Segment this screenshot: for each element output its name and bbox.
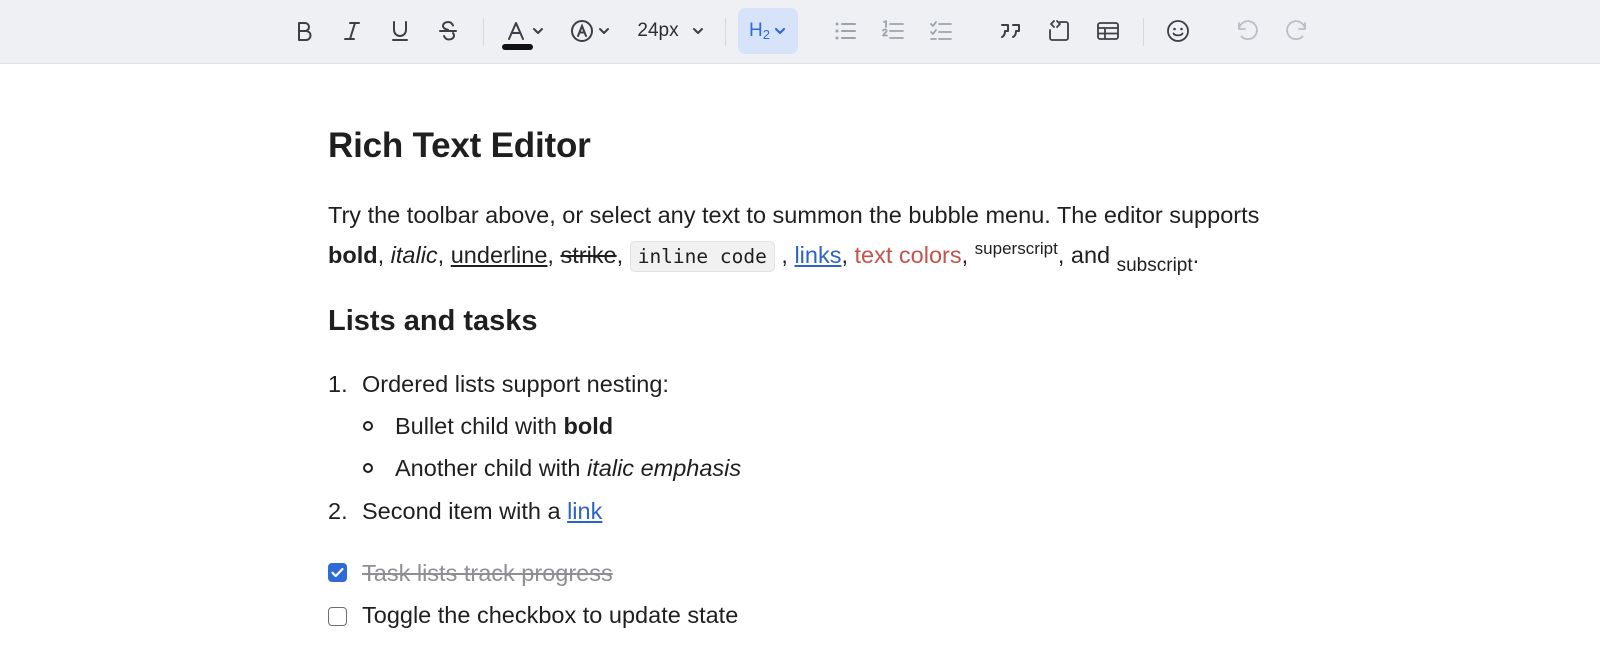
colored-text: text colors — [854, 242, 962, 268]
ordered-list-icon — [882, 20, 904, 39]
font-size-select[interactable]: 24px — [631, 8, 711, 54]
intro-paragraph: Try the toolbar above, or select any tex… — [328, 202, 1260, 276]
italic-text: italic — [390, 242, 438, 268]
item-link[interactable]: link — [567, 498, 602, 524]
font-size-value: 24px — [637, 20, 679, 41]
redo-icon — [1286, 20, 1306, 41]
task-list-icon — [930, 21, 952, 40]
subscript-text: subscript — [1116, 255, 1193, 276]
bullet-icon — [363, 463, 373, 473]
chevron-down-icon — [598, 28, 609, 34]
chevron-down-icon — [692, 28, 703, 34]
period: . — [1192, 242, 1200, 268]
editor-toolbar: 24px H2 — [0, 0, 1600, 64]
section-heading: Lists and tasks — [328, 305, 538, 337]
list-item: Second item with a link — [362, 498, 603, 524]
bullet-list-icon — [835, 22, 856, 40]
ordered-list-button[interactable] — [876, 8, 910, 54]
list-number: 2. — [328, 498, 348, 524]
table-button[interactable] — [1091, 8, 1125, 54]
underline-icon — [392, 21, 408, 41]
italic-icon — [344, 22, 360, 40]
undo-icon — [1238, 20, 1258, 41]
smiley-icon — [1167, 20, 1189, 42]
toolbar-divider — [483, 18, 484, 46]
list-number: 1. — [328, 371, 348, 397]
text-color-icon — [508, 22, 524, 40]
document-title: Rich Text Editor — [328, 126, 591, 165]
highlight-icon — [570, 20, 593, 42]
bold-button[interactable] — [287, 8, 321, 54]
task-checkbox[interactable] — [328, 607, 347, 626]
chevron-down-icon — [533, 28, 543, 34]
highlight-button[interactable] — [566, 8, 614, 54]
task-item: Toggle the checkbox to update state — [362, 602, 739, 628]
links-link[interactable]: links — [794, 242, 841, 268]
task-checkbox-checked[interactable] — [328, 563, 347, 582]
code-block-icon — [1049, 20, 1069, 41]
code-block-button[interactable] — [1042, 8, 1076, 54]
list-item: Another child with italic emphasis — [395, 455, 742, 481]
redo-button[interactable] — [1280, 8, 1314, 54]
text-color-swatch — [502, 44, 533, 50]
strikethrough-icon — [439, 20, 457, 41]
emoji-button[interactable] — [1161, 8, 1195, 54]
bold-icon — [298, 22, 312, 41]
bullet-list-button[interactable] — [828, 8, 862, 54]
toolbar-divider — [1143, 18, 1144, 46]
toolbar-divider — [725, 18, 726, 46]
superscript-text: superscript — [974, 239, 1058, 258]
table-icon — [1097, 22, 1119, 40]
blockquote-button[interactable] — [994, 8, 1028, 54]
list-item: Bullet child with bold — [395, 413, 614, 439]
quote-icon — [1001, 24, 1020, 38]
strike-text: strike — [560, 242, 617, 268]
task-item-done: Task lists track progress — [362, 560, 613, 586]
task-list-button[interactable] — [924, 8, 958, 54]
chevron-down-icon — [774, 27, 786, 35]
and-text: , and — [1057, 242, 1117, 268]
undo-button[interactable] — [1230, 8, 1264, 54]
list-item: Ordered lists support nesting: — [362, 371, 669, 397]
italic-button[interactable] — [335, 8, 369, 54]
bold-text: bold — [328, 242, 378, 268]
checkmark-icon — [331, 567, 344, 578]
bullet-icon — [363, 421, 373, 431]
inline-code: inline code — [629, 241, 775, 272]
intro-text: Try the toolbar above, or select any tex… — [328, 202, 1260, 228]
heading-level-label: H2 — [749, 20, 770, 42]
underline-text: underline — [450, 242, 548, 268]
strikethrough-button[interactable] — [431, 8, 465, 54]
underline-button[interactable] — [383, 8, 417, 54]
heading-select[interactable]: H2 — [738, 8, 798, 54]
